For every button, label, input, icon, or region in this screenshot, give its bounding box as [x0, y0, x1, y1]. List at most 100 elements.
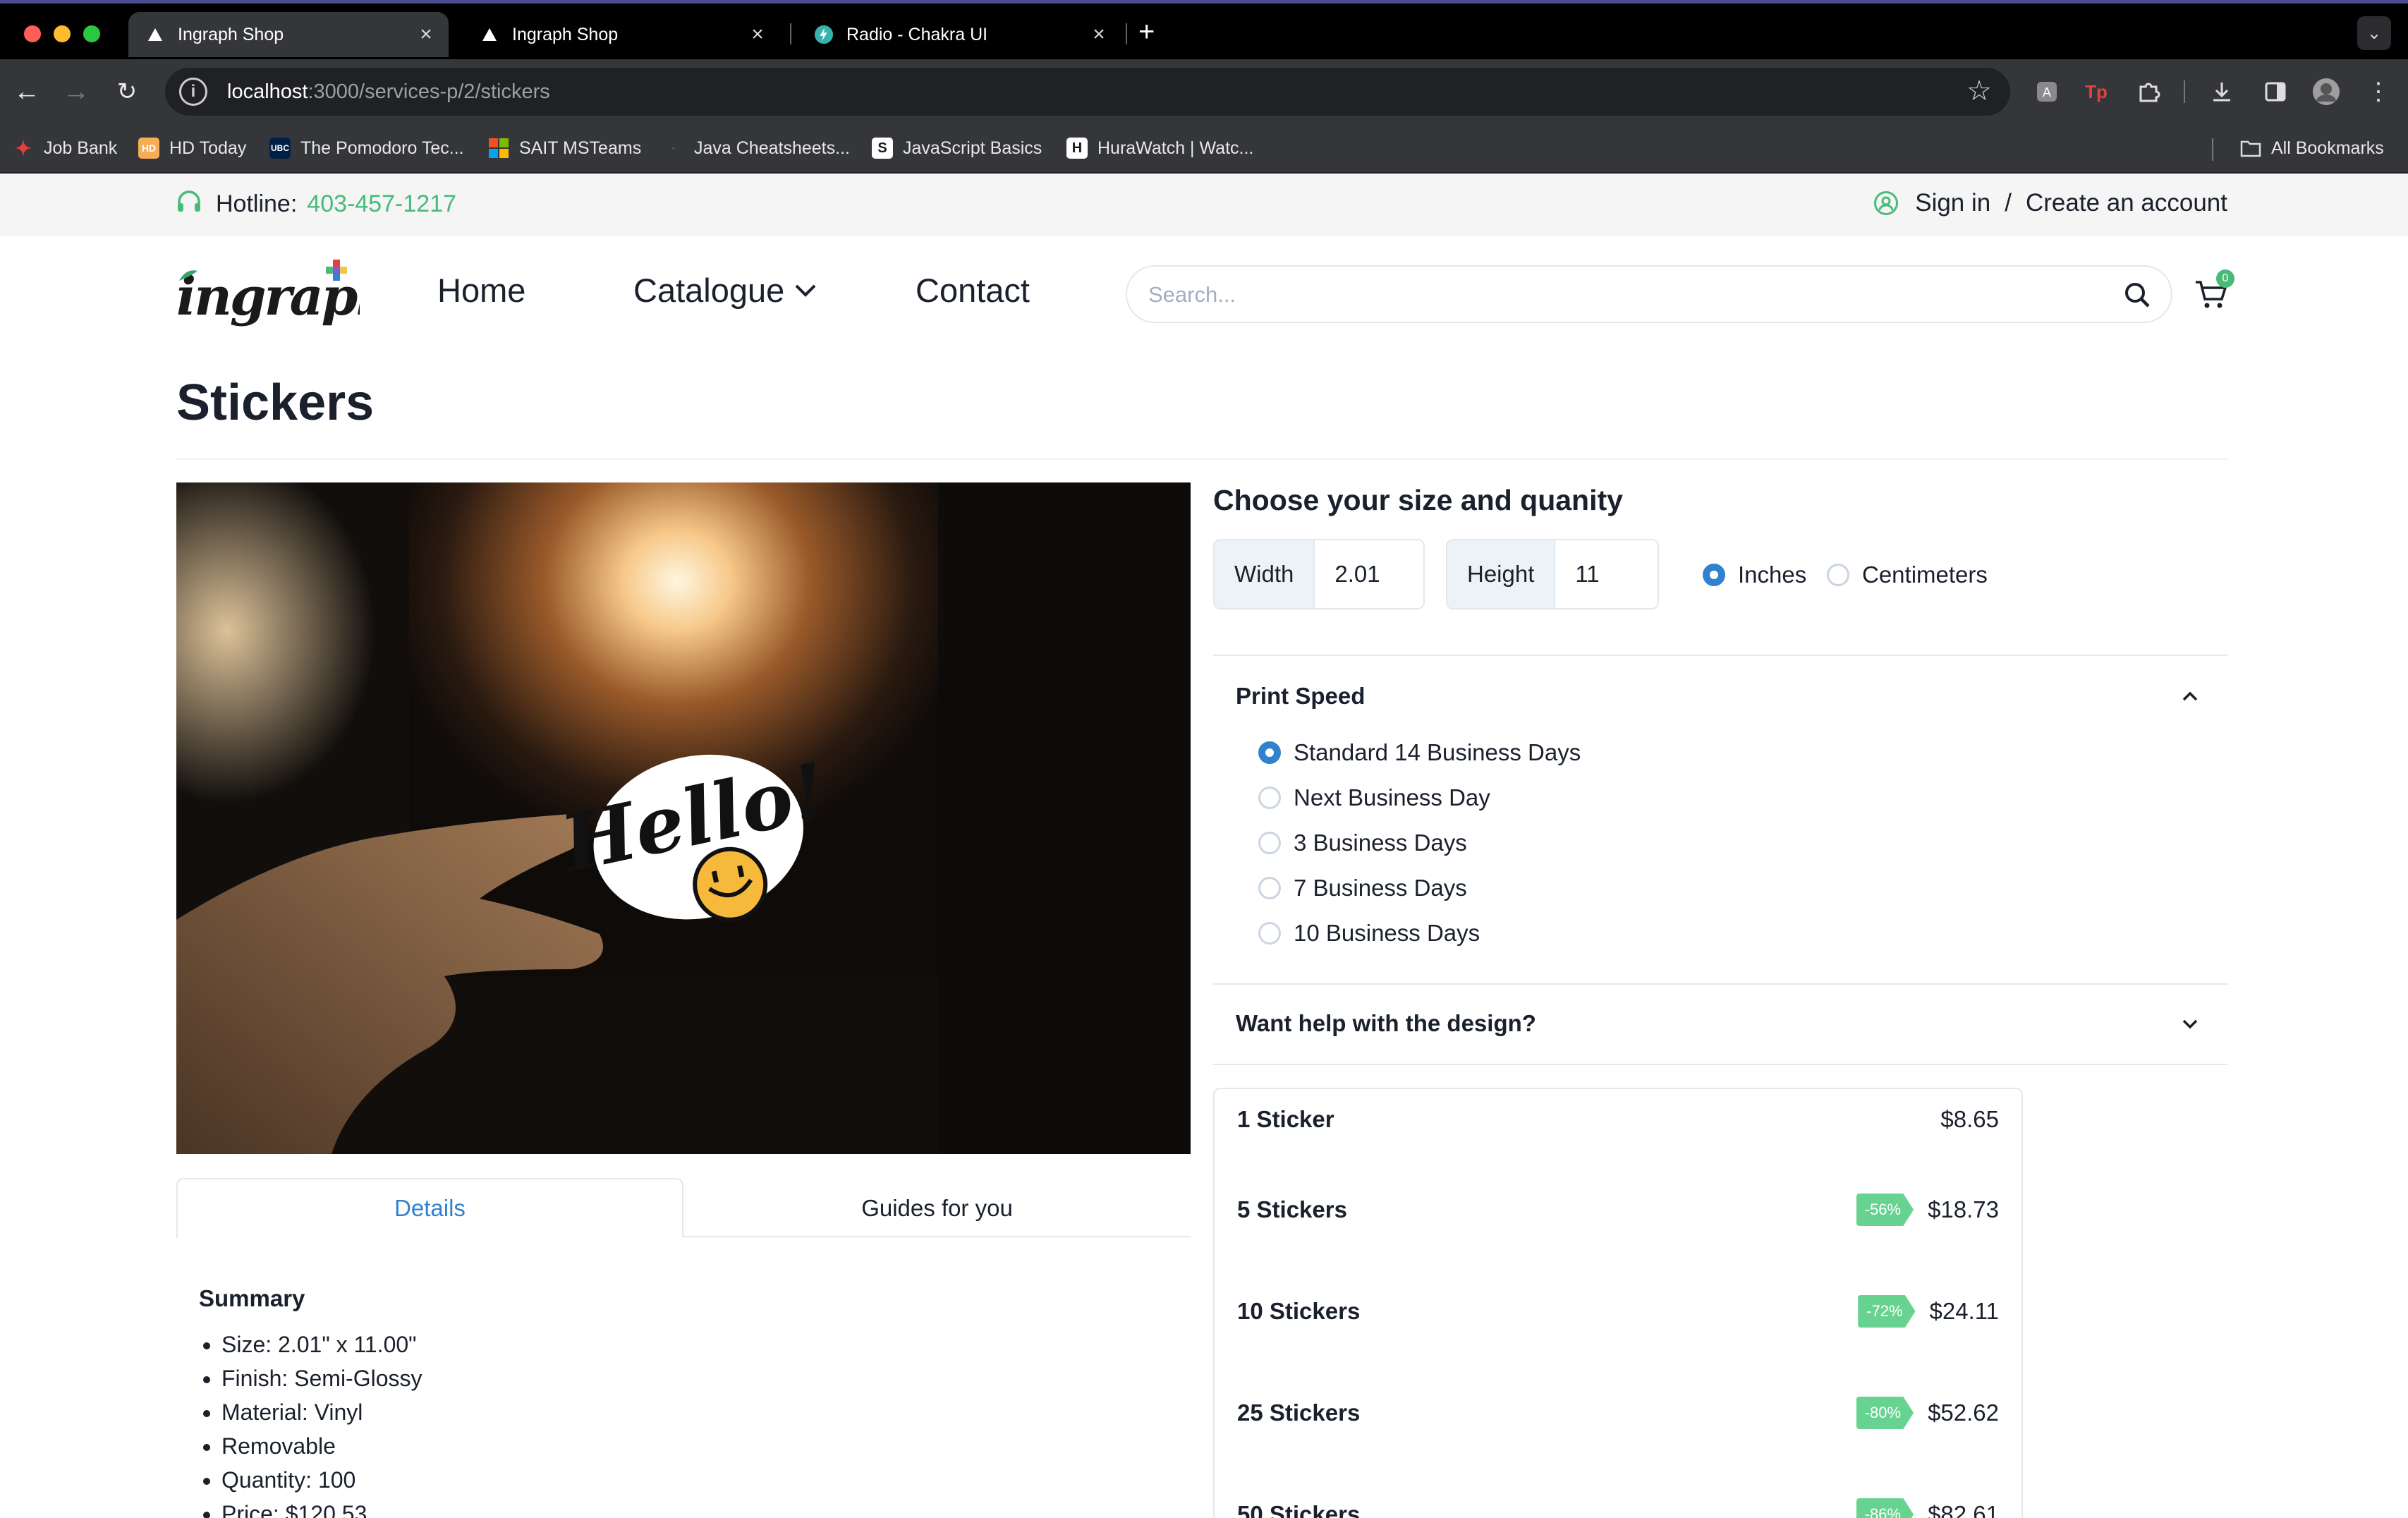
browser-tab-3[interactable]: Radio - Chakra UI × [797, 12, 1121, 57]
hd-icon: HD [138, 138, 159, 159]
extension-k-icon[interactable]: A [2033, 78, 2061, 106]
tab-details[interactable]: Details [176, 1178, 683, 1239]
radio-selected-icon [1703, 564, 1725, 586]
new-tab-icon[interactable]: + [1138, 16, 1155, 48]
tab-title: Ingraph Shop [178, 24, 284, 44]
unit-centimeters-radio[interactable]: Centimeters [1827, 561, 1988, 588]
price-row[interactable]: 10 Stickers -72% $24.11 [1237, 1294, 1999, 1329]
reload-icon[interactable]: ↻ [109, 73, 145, 110]
product-image: Hello! [176, 482, 1191, 1154]
tab-close-icon[interactable]: × [412, 23, 440, 47]
nav-contact[interactable]: Contact [916, 271, 1030, 310]
chevron-up-icon[interactable] [2179, 686, 2201, 707]
search-input[interactable] [1148, 279, 2065, 310]
bookmark-hd-today[interactable]: HD HD Today [138, 134, 246, 162]
radio-unselected-icon [1258, 787, 1281, 809]
bookmark-javascript-basics[interactable]: S JavaScript Basics [872, 134, 1042, 162]
extension-tp-icon[interactable]: Tp [2082, 78, 2110, 106]
hotline: Hotline: 403-457-1217 [176, 189, 456, 219]
hotline-number[interactable]: 403-457-1217 [307, 190, 456, 218]
quantity-label: 5 Stickers [1237, 1196, 1347, 1222]
chevron-down-icon[interactable] [2179, 1013, 2201, 1034]
price-value: $82.61 [1928, 1501, 1999, 1518]
title-divider [176, 459, 2227, 460]
price-row[interactable]: 1 Sticker $8.65 [1237, 1102, 1999, 1137]
tab-search-icon[interactable]: ⌄ [2357, 16, 2391, 50]
tab-close-icon[interactable]: × [1085, 23, 1113, 47]
side-panel-icon[interactable] [2261, 78, 2290, 106]
speed-label: Standard 14 Business Days [1294, 739, 1581, 765]
maximize-window-button[interactable] [83, 25, 100, 42]
tab-close-icon[interactable]: × [743, 23, 772, 47]
all-bookmarks[interactable]: All Bookmarks [2240, 134, 2384, 162]
top-info-bar: Hotline: 403-457-1217 Sign in / Create a… [0, 174, 2408, 236]
ingraph-favicon-icon [480, 25, 499, 44]
unit-label: Inches [1738, 561, 1807, 588]
unit-label: Centimeters [1862, 561, 1988, 588]
speed-3-days-radio[interactable]: 3 Business Days [1258, 830, 1467, 856]
bookmark-label: The Pomodoro Tec... [300, 138, 464, 158]
speed-7-days-radio[interactable]: 7 Business Days [1258, 875, 1467, 901]
design-help-accordion-header[interactable]: Want help with the design? [1236, 1010, 1536, 1037]
radio-unselected-icon [1827, 564, 1849, 586]
speed-next-day-radio[interactable]: Next Business Day [1258, 784, 1490, 811]
cart-count-badge: 0 [2216, 269, 2234, 288]
radio-unselected-icon [1258, 832, 1281, 854]
speed-label: Next Business Day [1294, 784, 1490, 810]
page-title: Stickers [176, 375, 375, 431]
browser-tab-bar: Ingraph Shop × Ingraph Shop × Radio - Ch… [0, 0, 2408, 59]
site-info-icon[interactable]: i [179, 78, 207, 106]
ingraph-logo[interactable]: ingraph [176, 260, 394, 330]
chakra-favicon-icon [814, 25, 834, 44]
summary-heading: Summary [199, 1285, 305, 1311]
price-value: $24.11 [1929, 1298, 1999, 1324]
browser-toolbar: ← → ↻ i localhost:3000/services-p/2/stic… [0, 59, 2408, 124]
tab-title: Radio - Chakra UI [846, 24, 988, 44]
speed-10-days-radio[interactable]: 10 Business Days [1258, 920, 1480, 947]
extensions-puzzle-icon[interactable] [2134, 78, 2163, 106]
browser-tab-2[interactable]: Ingraph Shop × [463, 12, 780, 57]
windows-icon [488, 138, 509, 159]
radio-unselected-icon [1258, 922, 1281, 945]
profile-avatar-icon[interactable] [2312, 78, 2340, 106]
url-text: localhost:3000/services-p/2/stickers [227, 80, 550, 103]
price-row[interactable]: 5 Stickers -56% $18.73 [1237, 1192, 1999, 1227]
create-account-link[interactable]: Create an account [2026, 189, 2227, 217]
summary-item: Finish: Semi-Glossy [221, 1361, 422, 1395]
site-header: ingraph Home Catalogue Contact 0 [0, 236, 2408, 356]
bookmark-sait-msteams[interactable]: SAIT MSTeams [488, 134, 641, 162]
browser-menu-icon[interactable]: ⋮ [2364, 78, 2392, 106]
unit-inches-radio[interactable]: Inches [1703, 561, 1806, 588]
radio-selected-icon [1258, 741, 1281, 764]
nav-home[interactable]: Home [437, 271, 525, 310]
browser-tab-1[interactable]: Ingraph Shop × [128, 12, 449, 57]
minimize-window-button[interactable] [54, 25, 71, 42]
bookmark-pomodoro[interactable]: UBC The Pomodoro Tec... [269, 134, 464, 162]
speed-standard-radio[interactable]: Standard 14 Business Days [1258, 739, 1581, 766]
price-value: $52.62 [1928, 1399, 1999, 1426]
close-window-button[interactable] [24, 25, 41, 42]
height-input[interactable] [1555, 540, 1648, 608]
bookmark-label: HuraWatch | Watc... [1097, 138, 1254, 158]
summary-item: Material: Vinyl [221, 1395, 422, 1429]
all-bookmarks-label: All Bookmarks [2271, 138, 2384, 158]
nav-catalogue[interactable]: Catalogue [633, 271, 817, 310]
sign-in-link[interactable]: Sign in [1915, 189, 1990, 217]
price-row[interactable]: 50 Stickers -86% $82.61 [1237, 1497, 1999, 1518]
bookmark-job-bank[interactable]: ✦ Job Bank [13, 134, 117, 162]
search-icon[interactable] [2122, 279, 2153, 310]
downloads-icon[interactable] [2208, 78, 2236, 106]
print-speed-accordion-header[interactable]: Print Speed [1236, 683, 1365, 710]
tab-guides[interactable]: Guides for you [683, 1178, 1191, 1239]
width-input[interactable] [1315, 540, 1421, 608]
bookmark-hurawatch[interactable]: H HuraWatch | Watc... [1066, 134, 1253, 162]
svg-text:A: A [2043, 85, 2051, 99]
width-label: Width [1215, 540, 1315, 608]
forward-icon[interactable]: → [58, 73, 95, 110]
price-row[interactable]: 25 Stickers -80% $52.62 [1237, 1395, 1999, 1431]
summary-item: Quantity: 100 [221, 1463, 422, 1497]
bookmark-star-icon[interactable]: ☆ [1966, 75, 1992, 107]
address-bar[interactable]: i localhost:3000/services-p/2/stickers ☆ [165, 68, 2010, 116]
back-icon[interactable]: ← [8, 73, 45, 110]
bookmark-java-cheatsheets[interactable]: · Java Cheatsheets... [663, 134, 850, 162]
